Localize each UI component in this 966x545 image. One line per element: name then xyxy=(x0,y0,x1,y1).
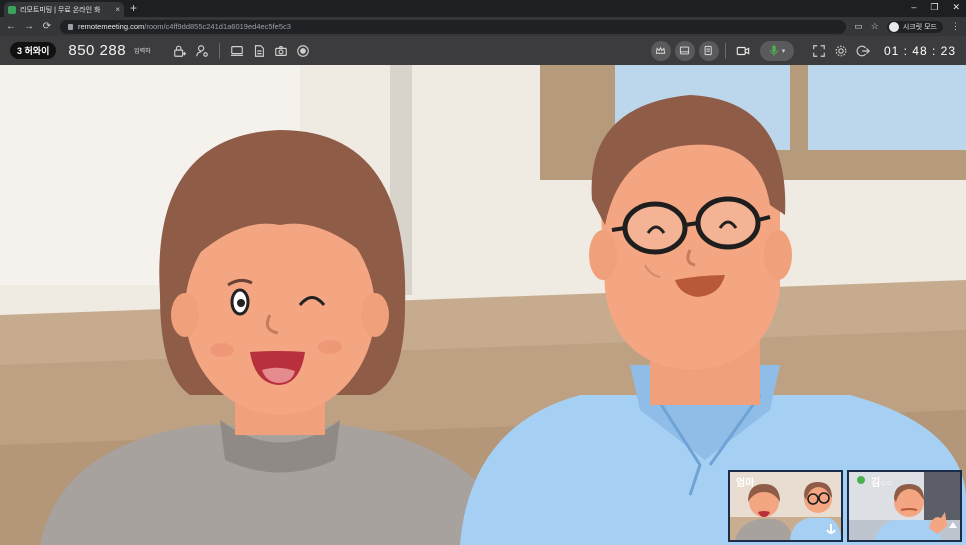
document-icon[interactable] xyxy=(248,40,270,62)
participant-name: 엄마 xyxy=(736,478,755,489)
forward-button[interactable]: → xyxy=(24,21,34,32)
minimize-button[interactable]: – xyxy=(911,2,916,13)
participants-label: 3 허와이 xyxy=(17,46,50,56)
camera-icon[interactable] xyxy=(270,40,292,62)
record-icon[interactable] xyxy=(292,40,314,62)
participant-thumb[interactable]: 김○○ xyxy=(847,470,962,542)
url-path: /room/c4ff9dd855c241d1a6019ed4ec5fe5c3 xyxy=(144,22,291,31)
incognito-profile-button[interactable]: 시크릿 모드 xyxy=(886,20,943,33)
participant-thumbnails: 엄마 김○○ xyxy=(728,470,963,542)
mic-dropdown-icon[interactable]: ▾ xyxy=(782,47,786,55)
meeting-toolbar: 3 허와이 850 288 입력하 ▾ 01: 48: 23 xyxy=(0,36,966,65)
new-tab-button[interactable]: + xyxy=(130,2,137,14)
lock-add-icon[interactable] xyxy=(169,40,191,62)
url-host: remotemeeting.com xyxy=(78,22,145,31)
participants-chip[interactable]: 3 허와이 xyxy=(10,42,57,59)
toolbar-divider xyxy=(724,42,726,59)
tab-title: 리모트미팅 | 무료 온라인 화 xyxy=(20,6,101,14)
cast-icon[interactable]: ▭ xyxy=(854,21,863,32)
layout-icon[interactable] xyxy=(674,40,695,61)
incognito-avatar-icon xyxy=(888,21,899,32)
notes-icon[interactable] xyxy=(698,40,719,61)
address-bar[interactable]: remotemeeting.com/room/c4ff9dd855c241d1a… xyxy=(60,19,847,34)
participant-name: 김○○ xyxy=(871,478,893,489)
reload-button[interactable]: ⟳ xyxy=(42,21,52,32)
settings-icon[interactable] xyxy=(830,40,852,62)
tab-close-icon[interactable]: × xyxy=(115,5,120,14)
crown-icon[interactable] xyxy=(650,40,671,61)
lock-icon xyxy=(68,23,73,30)
bookmark-star-icon[interactable]: ☆ xyxy=(871,21,879,32)
site-favicon-icon xyxy=(8,5,16,14)
fullscreen-icon[interactable] xyxy=(808,40,830,62)
close-window-button[interactable]: ✕ xyxy=(952,2,960,13)
browser-tabstrip: 리모트미팅 | 무료 온라인 화 × + – ❐ ✕ xyxy=(0,0,966,17)
profile-label: 시크릿 모드 xyxy=(902,23,937,31)
browser-toolbar: ← → ⟳ remotemeeting.com/room/c4ff9dd855c… xyxy=(0,17,966,36)
room-code-label: 입력하 xyxy=(134,49,151,55)
mic-icon xyxy=(769,44,778,56)
window-controls: – ❐ ✕ xyxy=(911,2,960,13)
browser-tab[interactable]: 리모트미팅 | 무료 온라인 화 × xyxy=(4,2,124,17)
speaker-indicator-icon xyxy=(857,476,865,484)
meeting-timer: 01 : 48 : 23 xyxy=(883,43,956,58)
exit-icon[interactable] xyxy=(852,40,874,62)
browser-menu-icon[interactable]: ⋮ xyxy=(951,21,960,32)
video-icon[interactable] xyxy=(732,40,754,62)
participant-thumb[interactable]: 엄마 xyxy=(728,470,843,542)
room-code: 850 288 xyxy=(68,42,127,59)
back-button[interactable]: ← xyxy=(6,21,16,32)
participant-video-illustration xyxy=(849,472,960,540)
toolbar-divider xyxy=(218,42,220,59)
mic-toggle[interactable]: ▾ xyxy=(759,40,794,61)
screen-share-icon[interactable] xyxy=(226,40,248,62)
user-settings-icon[interactable] xyxy=(191,40,213,62)
restore-button[interactable]: ❐ xyxy=(930,2,938,13)
